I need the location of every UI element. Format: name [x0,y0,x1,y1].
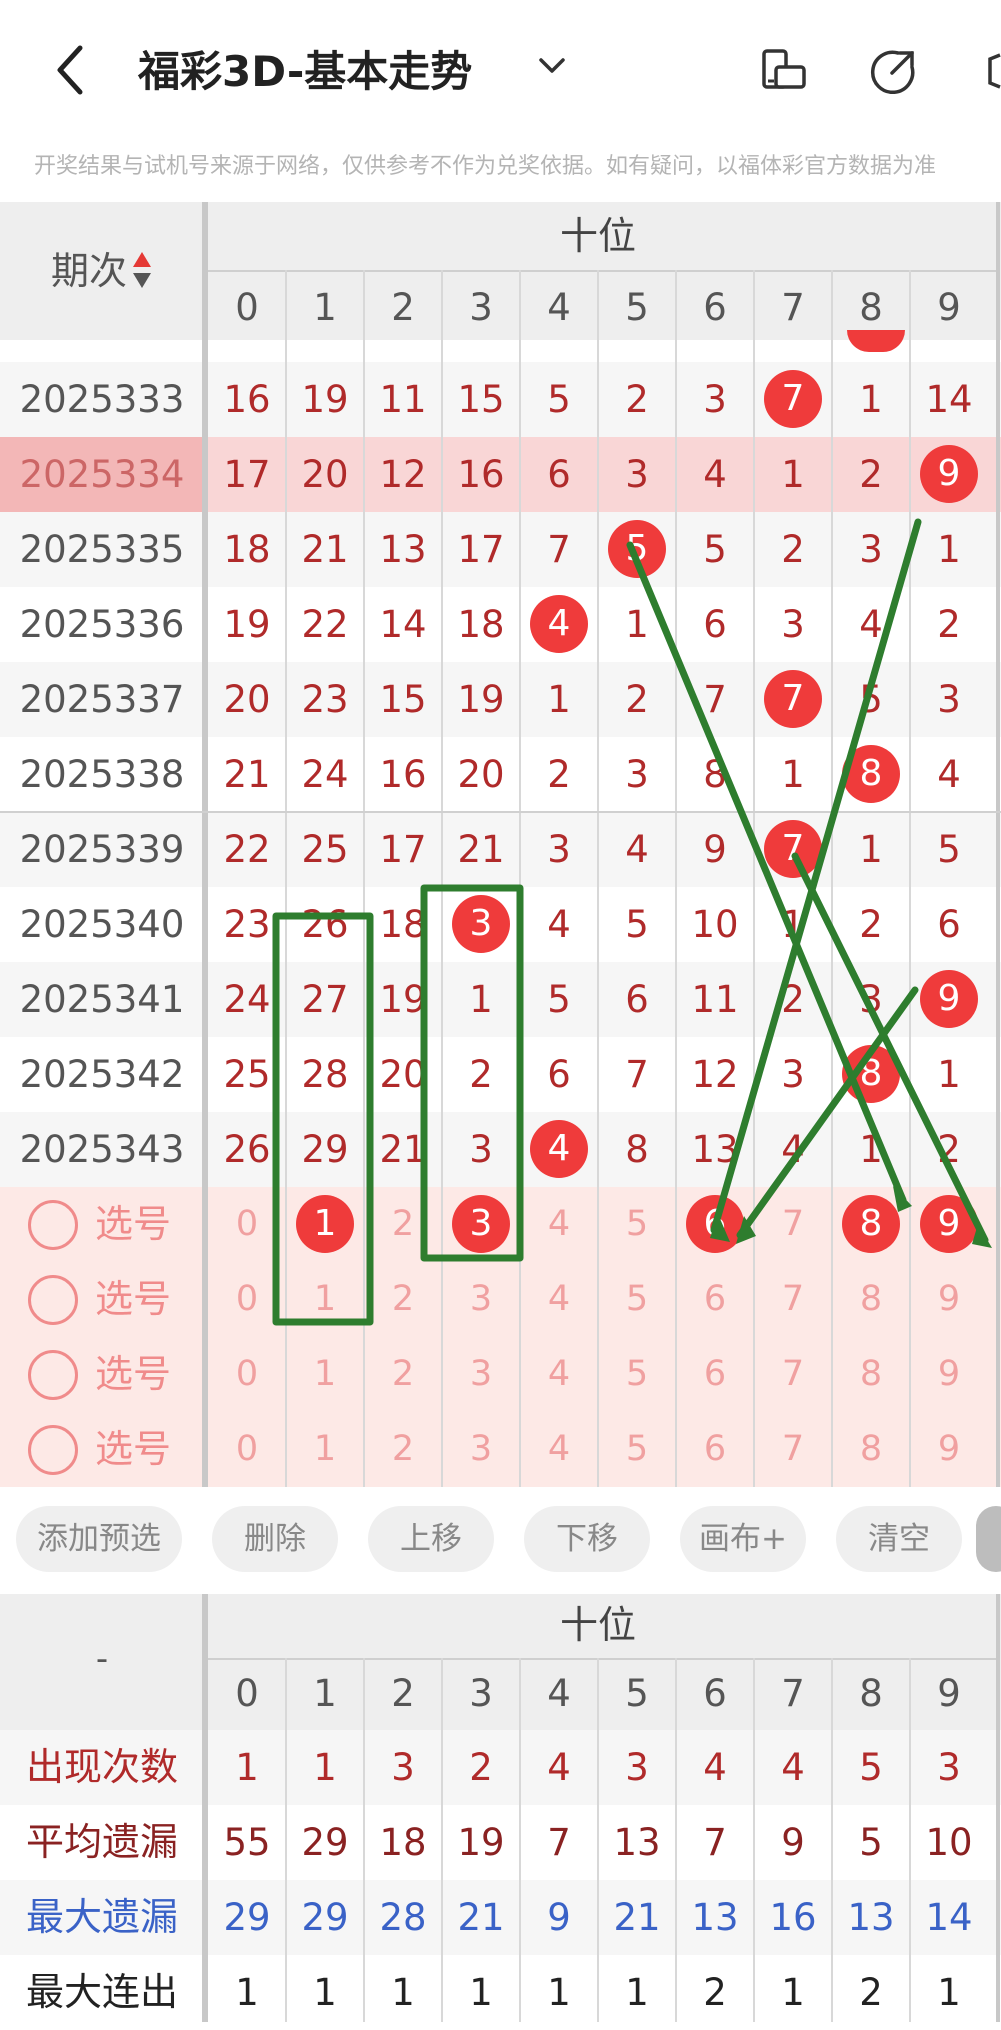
annotation-box-col1 [272,912,374,1326]
stats-value: 13 [847,1896,895,1939]
stats-value: 3 [625,1746,649,1789]
clear-button[interactable]: 清空 [836,1506,962,1572]
stats-digit-header: 0 [235,1672,259,1715]
stats-value: 1 [391,1971,415,2014]
stats-digit-header: 9 [937,1672,961,1715]
stats-value: 3 [391,1746,415,1789]
stats-digit-header: 6 [703,1672,727,1715]
stats-value: 1 [313,1746,337,1789]
stats-value: 9 [781,1821,805,1864]
stats-value: 7 [703,1821,727,1864]
stats-grid-line [597,1658,599,2022]
stats-value: 29 [301,1896,349,1939]
stats-digit-header: 8 [859,1672,883,1715]
stats-value: 5 [859,1746,883,1789]
stats-value: 4 [547,1746,571,1789]
stats-digit-header: 5 [625,1672,649,1715]
stats-value: 29 [301,1821,349,1864]
stats-value: 2 [703,1971,727,2014]
annotation-line-3 [791,852,989,1244]
annotation-box-col3 [420,884,524,1262]
stats-grid-line [363,1658,365,2022]
stats-period-divider [202,1594,208,2022]
stats-digit-header: 4 [547,1672,571,1715]
stats-value: 28 [379,1896,427,1939]
delete-button[interactable]: 删除 [212,1506,338,1572]
stats-digit-header: 7 [781,1672,805,1715]
stats-value: 16 [769,1896,817,1939]
stats-value: 2 [469,1746,493,1789]
stats-value: 1 [547,1971,571,2014]
stats-value: 1 [313,1971,337,2014]
stats-value: 1 [937,1971,961,2014]
stats-row-label: 平均遗漏 [25,1820,178,1864]
annotation-line-1 [626,541,907,1204]
stats-value: 4 [781,1746,805,1789]
stats-grid-line [831,1658,833,2022]
stats-grid-line [753,1658,755,2022]
stats-group-header: 十位 [559,1603,636,1647]
stats-value: 1 [235,1971,259,2014]
stats-digit-header: 1 [313,1672,337,1715]
stats-digit-header: 2 [391,1672,415,1715]
stats-value: 2 [859,1971,883,2014]
stats-value: 10 [925,1821,973,1864]
stats-grid-line [675,1658,677,2022]
move-up-button[interactable]: 上移 [368,1506,494,1572]
stats-right-divider [996,1594,1000,2022]
stats-digit-header: 3 [469,1672,493,1715]
stats-value: 5 [859,1821,883,1864]
stats-grid-line [909,1658,911,2022]
stats-row-label: 出现次数 [25,1745,178,1789]
stats-value: 1 [781,1971,805,2014]
action-button-bar: 添加预选 删除 上移 下移 画布+ 清空 [0,1490,1001,1590]
stats-value: 21 [457,1896,505,1939]
stats-value: 4 [703,1746,727,1789]
stats-value: 7 [547,1821,571,1864]
stats-value: 14 [925,1896,973,1939]
more-actions-button[interactable] [976,1506,1001,1572]
stats-value: 13 [691,1896,739,1939]
add-preselect-button[interactable]: 添加预选 [16,1506,182,1572]
stats-value: 55 [223,1821,271,1864]
stats-grid-line [519,1658,521,2022]
stats-value: 29 [223,1896,271,1939]
stats-value: 1 [235,1746,259,1789]
stats-row-label: 最大连出 [25,1970,178,2014]
stats-value: 21 [613,1896,661,1939]
stats-grid-line [441,1658,443,2022]
stats-value: 9 [547,1896,571,1939]
stats-value: 19 [457,1821,505,1864]
move-down-button[interactable]: 下移 [524,1506,650,1572]
canvas-plus-button[interactable]: 画布+ [680,1506,806,1572]
stats-value: 1 [625,1971,649,2014]
stats-value: 3 [937,1746,961,1789]
stats-value: 1 [469,1971,493,2014]
stats-value: 13 [613,1821,661,1864]
stats-header-divider [208,1658,998,1660]
stats-grid-line [285,1658,287,2022]
stats-row-label: 最大遗漏 [25,1895,178,1939]
stats-value: 18 [379,1821,427,1864]
stats-corner: - [95,1639,109,1679]
